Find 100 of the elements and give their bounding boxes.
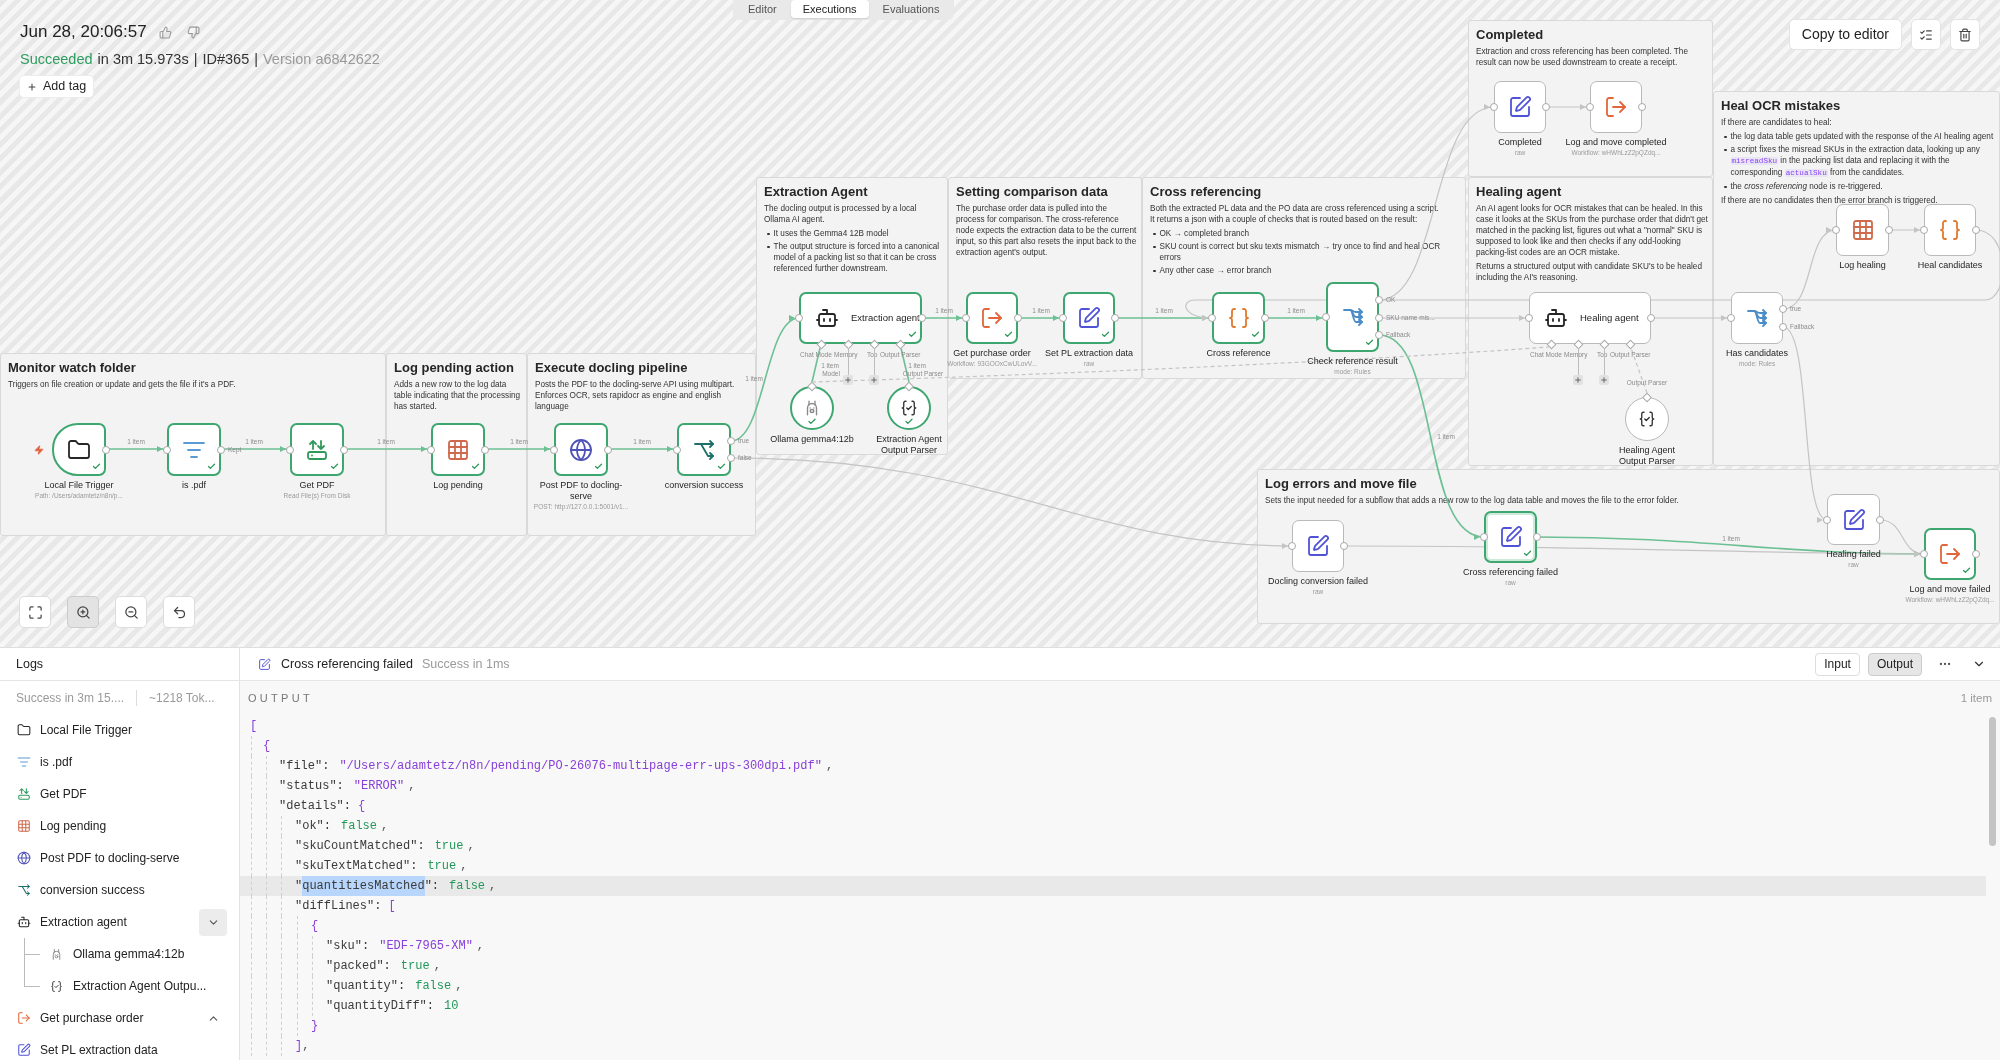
workflow-node[interactable] [1924,528,1976,580]
output-port-icon[interactable] [1533,533,1541,541]
diamond-port-icon[interactable] [1642,392,1652,402]
output-port-icon[interactable] [1340,542,1348,550]
output-port-icon[interactable] [1638,103,1646,111]
input-port-icon[interactable] [1288,542,1296,550]
input-port-icon[interactable] [1490,103,1498,111]
output-port-icon[interactable] [1972,550,1980,558]
expand-toggle-button[interactable] [199,908,227,936]
input-port-icon[interactable] [163,445,171,454]
input-port-icon[interactable] [795,314,803,322]
output-port-icon[interactable] [1647,314,1655,322]
output-port-icon[interactable] [1375,331,1383,339]
view-toggle-button[interactable]: Input [1815,652,1860,676]
diamond-port-icon[interactable] [869,339,879,349]
tab[interactable]: Editor [736,0,789,18]
copy-to-editor-button[interactable]: Copy to editor [1788,19,1902,50]
log-entry[interactable]: conversion success [40,881,145,899]
input-port-icon[interactable] [1727,314,1735,322]
input-port-icon[interactable] [1920,226,1928,234]
workflow-node[interactable] [1731,292,1783,344]
diamond-port-icon[interactable] [843,339,853,349]
add-connection-button[interactable] [1599,375,1609,385]
log-entry[interactable]: Local File Trigger [40,721,133,739]
log-entry[interactable]: is .pdf [40,753,72,771]
add-connection-button[interactable] [869,375,879,385]
input-port-icon[interactable] [286,445,294,454]
workflow-node[interactable]: Extraction agent [799,292,922,344]
output-port-icon[interactable] [918,314,926,322]
workflow-node[interactable] [1212,292,1265,344]
diamond-port-icon[interactable] [1573,339,1583,349]
output-port-icon[interactable] [481,445,489,454]
workflow-node[interactable] [290,423,344,476]
input-port-icon[interactable] [1480,533,1488,541]
output-port-icon[interactable] [604,445,612,454]
add-tag-button[interactable]: Add tag [20,76,94,97]
diamond-port-icon[interactable] [904,381,914,391]
diamond-port-icon[interactable] [816,339,826,349]
log-entry[interactable]: Set PL extraction data [40,1041,158,1059]
view-toggle-button[interactable]: Output [1867,652,1922,676]
log-entry[interactable]: Log pending [40,817,107,835]
output-port-icon[interactable] [727,437,735,445]
output-port-icon[interactable] [1876,515,1884,524]
output-port-icon[interactable] [1261,314,1269,322]
workflow-node[interactable] [1590,81,1642,133]
reset-zoom-button[interactable] [163,596,195,628]
output-port-icon[interactable] [340,445,348,454]
diamond-port-icon[interactable] [1546,339,1556,349]
input-port-icon[interactable] [1920,550,1928,558]
diamond-port-icon[interactable] [807,381,817,391]
tab[interactable]: Executions [790,0,869,18]
input-port-icon[interactable] [1586,103,1594,111]
workflow-node[interactable] [1836,204,1889,256]
thumbs-down-icon[interactable] [186,25,200,39]
input-port-icon[interactable] [1322,313,1330,321]
log-entry[interactable]: Get PDF [40,785,87,803]
workflow-node[interactable] [1326,282,1379,352]
output-port-icon[interactable] [1542,103,1550,111]
output-port-icon[interactable] [102,445,110,454]
output-port-icon[interactable] [1972,226,1980,234]
add-connection-button[interactable] [1573,375,1583,385]
input-port-icon[interactable] [550,445,558,454]
log-entry[interactable]: Post PDF to docling-serve [40,849,180,867]
workflow-node[interactable] [1292,520,1344,572]
diamond-port-icon[interactable] [895,339,905,349]
input-port-icon[interactable] [673,445,681,454]
workflow-node[interactable] [1924,204,1976,256]
log-entry[interactable]: Ollama gemma4:12b [73,945,185,963]
workflow-node[interactable] [1484,511,1537,563]
thumbs-up-icon[interactable] [158,25,172,39]
add-connection-button[interactable] [843,375,853,385]
log-entry[interactable]: Extraction Agent Outpu... [73,977,207,995]
output-port-icon[interactable] [1375,314,1383,322]
input-port-icon[interactable] [1059,314,1067,322]
input-port-icon[interactable] [962,314,970,322]
input-port-icon[interactable] [1823,515,1831,524]
workflow-node[interactable] [966,292,1018,344]
input-port-icon[interactable] [1832,226,1840,234]
output-port-icon[interactable] [1014,314,1022,322]
workflow-node[interactable] [167,423,221,476]
output-port-icon[interactable] [1375,296,1383,304]
workflow-node[interactable]: Healing agent [1529,292,1651,344]
input-port-icon[interactable] [1208,314,1216,322]
workflow-node[interactable] [1827,494,1880,545]
workflow-node[interactable] [431,423,485,476]
tab[interactable]: Evaluations [870,0,952,18]
zoom-in-button[interactable] [67,596,99,628]
output-port-icon[interactable] [727,454,735,462]
fit-view-button[interactable] [19,596,51,628]
input-port-icon[interactable] [1525,314,1533,322]
log-entry[interactable]: Get purchase order [40,1009,144,1027]
diamond-port-icon[interactable] [1625,339,1635,349]
workflow-node[interactable] [677,423,731,476]
workflow-node[interactable] [1494,81,1546,133]
output-port-icon[interactable] [1885,226,1893,234]
output-port-icon[interactable] [1779,305,1787,313]
output-port-icon[interactable] [1779,323,1787,331]
output-port-icon[interactable] [217,445,225,454]
diamond-port-icon[interactable] [1599,339,1609,349]
workflow-node[interactable] [554,423,608,476]
